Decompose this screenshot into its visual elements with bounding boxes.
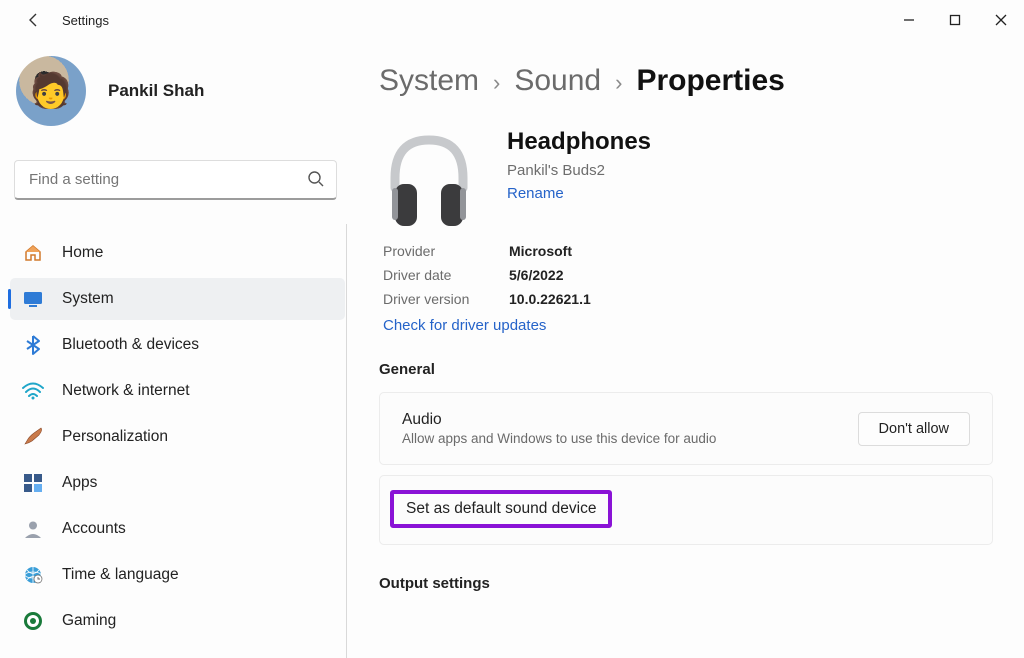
apps-icon: [22, 472, 44, 494]
accounts-icon: [22, 518, 44, 540]
check-driver-updates-link[interactable]: Check for driver updates: [383, 317, 546, 334]
window-title: Settings: [62, 13, 109, 28]
chevron-right-icon: ›: [615, 70, 622, 96]
device-subtitle: Pankil's Buds2: [507, 162, 651, 179]
titlebar: Settings: [0, 0, 1024, 40]
breadcrumb-properties: Properties: [636, 64, 784, 98]
chevron-right-icon: ›: [493, 70, 500, 96]
back-button[interactable]: [16, 2, 52, 38]
settings-window: Settings 🧑 Pankil Shah: [0, 0, 1024, 658]
sidebar-item-label: Apps: [62, 474, 97, 492]
breadcrumb-sound[interactable]: Sound: [514, 64, 601, 98]
breadcrumb: System › Sound › Properties: [379, 64, 1024, 98]
device-title: Headphones: [507, 128, 651, 156]
close-button[interactable]: [978, 0, 1024, 40]
audio-card: Audio Allow apps and Windows to use this…: [379, 392, 993, 465]
provider-value: Microsoft: [509, 240, 572, 264]
search-container: [14, 160, 337, 200]
driver-info: Provider Microsoft Driver date 5/6/2022 Dr…: [383, 240, 1024, 335]
sidebar-item-gaming[interactable]: Gaming: [10, 600, 345, 642]
bluetooth-icon: [22, 334, 44, 356]
sidebar-item-label: Bluetooth & devices: [62, 336, 199, 354]
maximize-button[interactable]: [932, 0, 978, 40]
sidebar-item-time-language[interactable]: Time & language: [10, 554, 345, 596]
default-sound-device-card[interactable]: Set as default sound device: [379, 475, 993, 545]
content-area: 🧑 Pankil Shah Home System: [0, 40, 1024, 658]
user-name: Pankil Shah: [108, 81, 204, 101]
rename-link[interactable]: Rename: [507, 185, 564, 202]
avatar: 🧑: [16, 56, 86, 126]
audio-card-desc: Allow apps and Windows to use this devic…: [402, 431, 716, 446]
sidebar-item-label: Gaming: [62, 612, 116, 630]
search-input[interactable]: [14, 160, 337, 200]
sidebar-item-bluetooth[interactable]: Bluetooth & devices: [10, 324, 345, 366]
sidebar-item-network[interactable]: Network & internet: [10, 370, 345, 412]
driver-date-label: Driver date: [383, 264, 483, 288]
headphones-icon: [379, 128, 479, 228]
set-default-sound-device-button[interactable]: Set as default sound device: [390, 490, 612, 528]
sidebar-item-label: Time & language: [62, 566, 179, 584]
breadcrumb-system[interactable]: System: [379, 64, 479, 98]
nav-list: Home System Bluetooth & devices Network …: [10, 232, 345, 642]
output-settings-title: Output settings: [379, 575, 1024, 592]
sidebar-item-accounts[interactable]: Accounts: [10, 508, 345, 550]
provider-label: Provider: [383, 240, 483, 264]
sidebar-item-label: Home: [62, 244, 103, 262]
arrow-left-icon: [26, 12, 42, 28]
sidebar-item-personalization[interactable]: Personalization: [10, 416, 345, 458]
general-section-title: General: [379, 361, 1024, 378]
sidebar-item-label: Personalization: [62, 428, 168, 446]
main-panel: System › Sound › Properties H: [355, 40, 1024, 658]
user-info[interactable]: 🧑 Pankil Shah: [10, 56, 345, 126]
gaming-icon: [22, 610, 44, 632]
globe-icon: [22, 564, 44, 586]
wifi-icon: [22, 380, 44, 402]
driver-version-value: 10.0.22621.1: [509, 288, 591, 312]
search-icon: [307, 170, 325, 193]
audio-card-title: Audio: [402, 411, 716, 429]
minimize-button[interactable]: [886, 0, 932, 40]
sidebar-item-label: Accounts: [62, 520, 126, 538]
home-icon: [22, 242, 44, 264]
driver-date-value: 5/6/2022: [509, 264, 564, 288]
driver-version-label: Driver version: [383, 288, 483, 312]
sidebar-item-label: Network & internet: [62, 382, 190, 400]
sidebar-item-home[interactable]: Home: [10, 232, 345, 274]
sidebar-divider: [346, 224, 347, 658]
sidebar-item-system[interactable]: System: [10, 278, 345, 320]
device-meta: Headphones Pankil's Buds2 Rename: [507, 128, 651, 228]
paintbrush-icon: [22, 426, 44, 448]
sidebar: 🧑 Pankil Shah Home System: [0, 40, 355, 658]
system-icon: [22, 288, 44, 310]
sidebar-item-apps[interactable]: Apps: [10, 462, 345, 504]
dont-allow-button[interactable]: Don't allow: [858, 412, 970, 446]
default-card-label: Set as default sound device: [406, 500, 596, 517]
device-header: Headphones Pankil's Buds2 Rename: [379, 128, 1024, 228]
sidebar-item-label: System: [62, 290, 114, 308]
window-controls: [886, 0, 1024, 40]
